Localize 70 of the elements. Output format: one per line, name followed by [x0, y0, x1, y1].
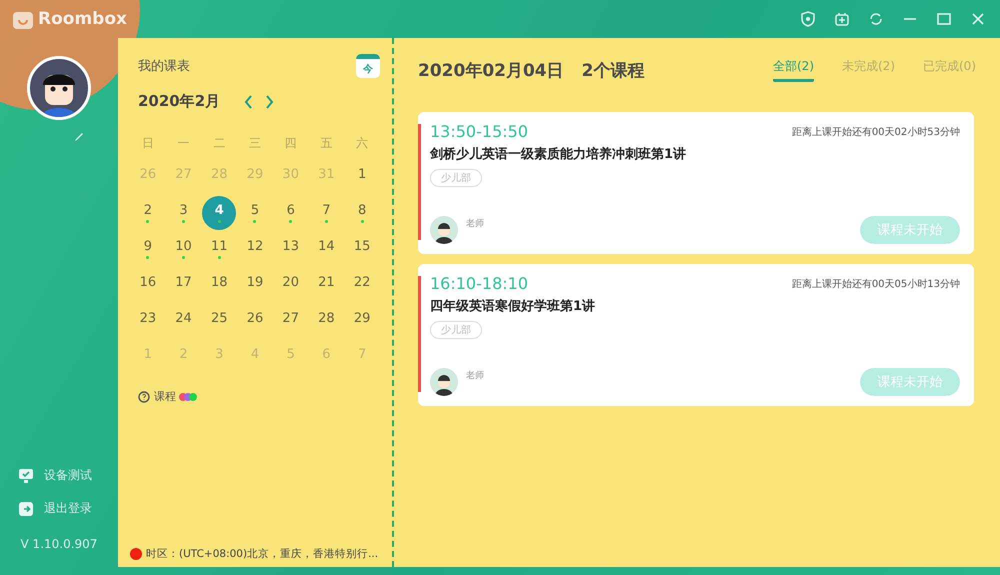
calendar-day[interactable]: 10	[166, 232, 201, 266]
timezone-label: 时区：(UTC+08:00)北京，重庆，香港特别行...	[146, 547, 378, 561]
pencil-icon	[74, 132, 84, 142]
today-button[interactable]: 今	[356, 54, 380, 78]
calendar-day[interactable]: 12	[238, 232, 272, 266]
help-circle-icon	[138, 390, 150, 402]
course-tag: 少儿部	[430, 169, 482, 187]
legend-label: 课程	[154, 389, 176, 404]
month-label: 2020年2月	[138, 92, 220, 111]
battery-plus-icon	[834, 11, 850, 27]
course-time: 16:10-18:10	[430, 274, 528, 293]
calendar-day[interactable]: 16	[130, 268, 165, 302]
calendar-day[interactable]: 22	[345, 268, 380, 302]
calendar-day[interactable]: 24	[166, 304, 201, 338]
maximize-icon	[936, 11, 952, 27]
minimize-icon	[903, 18, 917, 20]
edit-button[interactable]	[74, 132, 84, 142]
weekday-label: 二	[212, 135, 226, 152]
filter-tab[interactable]: 全部(2)	[773, 58, 814, 82]
calendar-day[interactable]: 9	[130, 232, 165, 266]
calendar-day[interactable]: 8	[345, 196, 380, 230]
calendar-day[interactable]: 11	[202, 232, 236, 266]
calendar-day[interactable]: 29	[345, 304, 380, 338]
weekday-label: 三	[248, 135, 262, 152]
exit-icon	[18, 500, 34, 516]
countdown-text: 距离上课开始还有00天05小时13分钟	[792, 278, 960, 290]
calendar-day[interactable]: 17	[166, 268, 201, 302]
chevron-right-icon	[265, 94, 274, 108]
calendar-day[interactable]: 26	[238, 304, 272, 338]
calendar-day[interactable]: 3	[166, 196, 201, 230]
flag-icon	[130, 548, 142, 560]
weekday-label: 五	[319, 135, 334, 152]
weekday-label: 四	[284, 135, 298, 152]
calendar-day[interactable]: 20	[274, 268, 308, 302]
course-time: 13:50-15:50	[430, 122, 528, 141]
course-tag: 少儿部	[430, 321, 482, 339]
calendar-title: 我的课表	[138, 58, 190, 75]
course-title: 剑桥少儿英语一级素质能力培养冲刺班第1讲	[430, 146, 688, 163]
calendar-day[interactable]: 18	[202, 268, 236, 302]
shield-eye-icon	[800, 11, 816, 27]
calendar-day[interactable]: 27	[274, 304, 308, 338]
monitor-check-icon	[18, 468, 34, 484]
weekday-label: 一	[176, 135, 191, 152]
calendar-day[interactable]: 5	[238, 196, 272, 230]
teacher-label: 老师	[466, 218, 484, 230]
calendar-day[interactable]: 13	[274, 232, 308, 266]
teacher-label: 老师	[466, 370, 484, 382]
close-icon	[970, 11, 986, 27]
calendar-day[interactable]: 2	[130, 196, 165, 230]
countdown-text: 距离上课开始还有00天02小时53分钟	[792, 126, 960, 138]
version-label: V 1.10.0.907	[20, 537, 98, 551]
calendar-day[interactable]: 14	[309, 232, 344, 266]
calendar-day[interactable]: 25	[202, 304, 236, 338]
calendar-day[interactable]: 28	[309, 304, 344, 338]
chevron-left-icon	[244, 94, 254, 108]
calendar-day[interactable]: 19	[238, 268, 272, 302]
refresh-icon	[868, 11, 884, 27]
calendar-day[interactable]: 15	[345, 232, 380, 266]
weekday-label: 日	[140, 135, 155, 152]
calendar-day[interactable]: 21	[309, 268, 344, 302]
weekday-label: 六	[355, 135, 370, 152]
course-count: 2个课程	[582, 60, 644, 82]
calendar-day[interactable]: 23	[130, 304, 165, 338]
calendar-day[interactable]: 7	[309, 196, 344, 230]
calendar-day[interactable]: 6	[274, 196, 308, 230]
date-heading: 2020年02月04日	[418, 60, 564, 82]
calendar-day[interactable]: 4	[202, 196, 236, 230]
app-logo-text: Roombox	[38, 9, 127, 29]
calendar-day[interactable]: 1	[345, 160, 380, 194]
course-title: 四年级英语寒假好学班第1讲	[430, 298, 596, 315]
